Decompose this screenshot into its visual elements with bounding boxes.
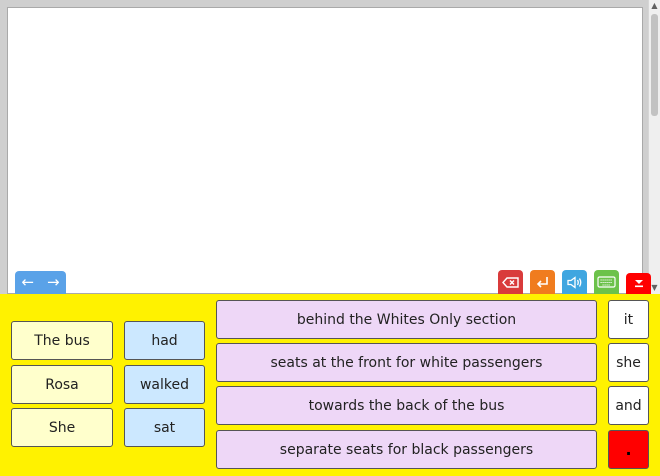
speaker-icon bbox=[566, 275, 581, 289]
word-cell-connective[interactable]: she bbox=[608, 343, 649, 382]
word-cell-phrase[interactable]: seats at the front for white passengers bbox=[216, 343, 597, 382]
delete-button[interactable] bbox=[498, 270, 523, 294]
forward-arrow-icon[interactable]: → bbox=[41, 271, 67, 294]
keyboard-icon bbox=[597, 276, 616, 288]
hide-panel-icon bbox=[634, 280, 643, 288]
backspace-icon bbox=[502, 276, 519, 288]
word-cell-full-stop[interactable]: . bbox=[608, 430, 649, 469]
keyboard-button[interactable] bbox=[594, 270, 619, 294]
word-cell-verb[interactable]: walked bbox=[124, 365, 205, 404]
word-cell-verb[interactable]: sat bbox=[124, 408, 205, 447]
navigation-buttons: ← → bbox=[15, 271, 66, 294]
enter-button[interactable] bbox=[530, 270, 555, 294]
speak-button[interactable] bbox=[562, 270, 587, 294]
word-cell-connective[interactable]: and bbox=[608, 386, 649, 425]
word-cell-phrase[interactable]: behind the Whites Only section bbox=[216, 300, 597, 339]
word-panel: The bus Rosa She had walked sat behind t… bbox=[0, 294, 660, 476]
word-cell-verb[interactable]: had bbox=[124, 321, 205, 360]
document-frame: ▲ ▼ ← → bbox=[0, 0, 660, 294]
word-cell-phrase[interactable]: separate seats for black passengers bbox=[216, 430, 597, 469]
scroll-up-icon[interactable]: ▲ bbox=[649, 0, 660, 12]
document-page[interactable] bbox=[7, 7, 643, 294]
back-arrow-icon[interactable]: ← bbox=[15, 271, 41, 294]
word-cell-connective[interactable]: it bbox=[608, 300, 649, 339]
hide-panel-button[interactable] bbox=[626, 273, 651, 294]
word-cell-phrase[interactable]: towards the back of the bus bbox=[216, 386, 597, 425]
word-cell-subject[interactable]: The bus bbox=[11, 321, 113, 360]
vertical-scrollbar[interactable]: ▲ ▼ bbox=[648, 0, 660, 294]
enter-icon bbox=[536, 276, 548, 288]
word-cell-subject[interactable]: She bbox=[11, 408, 113, 447]
word-cell-subject[interactable]: Rosa bbox=[11, 365, 113, 404]
scroll-thumb[interactable] bbox=[651, 14, 658, 116]
